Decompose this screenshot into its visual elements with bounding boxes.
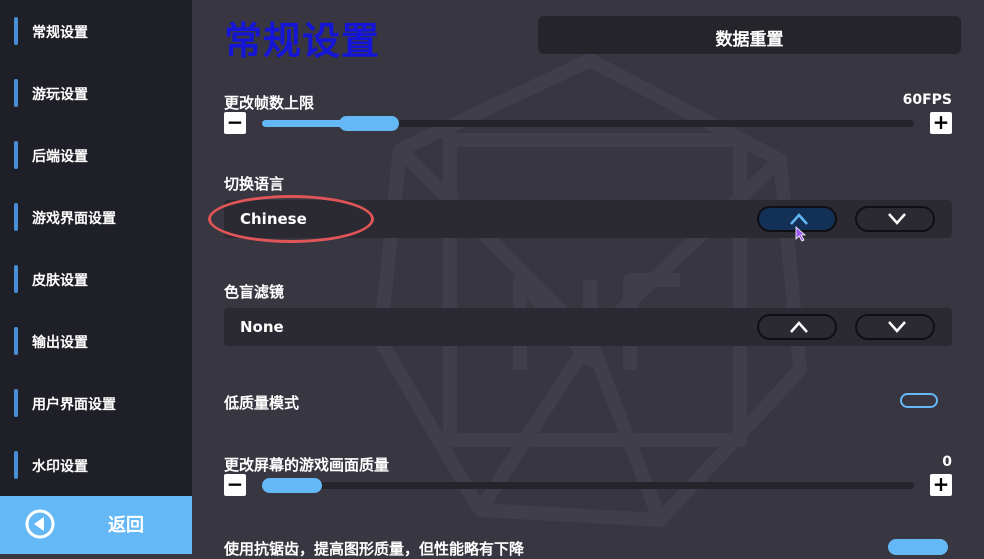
chevron-down-icon xyxy=(888,213,906,225)
plus-icon: + xyxy=(932,472,950,496)
low-quality-mode-toggle[interactable] xyxy=(900,393,938,408)
sidebar-item-user-interface[interactable]: 用户界面设置 xyxy=(0,383,192,423)
chevron-down-icon xyxy=(888,321,906,333)
colorblind-prev-button[interactable] xyxy=(757,314,837,340)
sidebar-item-marker xyxy=(14,141,18,169)
sidebar-item-game-ui[interactable]: 游戏界面设置 xyxy=(0,197,192,237)
back-button[interactable]: 返回 xyxy=(0,496,192,554)
sidebar-item-skin[interactable]: 皮肤设置 xyxy=(0,259,192,299)
sidebar-item-label: 游戏界面设置 xyxy=(32,211,116,227)
back-button-label: 返回 xyxy=(108,515,144,536)
fps-limit-value: 60FPS xyxy=(902,92,952,108)
sidebar-item-label: 常规设置 xyxy=(32,25,88,41)
colorblind-filter-label: 色盲滤镜 xyxy=(224,283,285,301)
annotation-circle xyxy=(208,195,374,243)
colorblind-filter-selector: None xyxy=(224,308,952,346)
sidebar: 常规设置 游玩设置 后端设置 游戏界面设置 皮肤设置 输出设置 用户界面设置 水… xyxy=(0,0,192,554)
chevron-up-icon xyxy=(790,213,808,225)
plus-icon: + xyxy=(932,110,950,134)
screen-quality-increase-button[interactable]: + xyxy=(930,472,952,496)
sidebar-item-watermark[interactable]: 水印设置 xyxy=(0,445,192,485)
colorblind-filter-value: None xyxy=(240,318,284,336)
sidebar-item-marker xyxy=(14,451,18,479)
sidebar-item-output[interactable]: 输出设置 xyxy=(0,321,192,361)
sidebar-item-label: 输出设置 xyxy=(32,335,88,351)
sidebar-item-marker xyxy=(14,79,18,107)
screen-quality-slider-track[interactable] xyxy=(262,478,914,493)
sidebar-item-marker xyxy=(14,17,18,45)
minus-icon: − xyxy=(226,472,244,496)
mouse-cursor-icon xyxy=(795,226,807,242)
minus-icon: − xyxy=(226,110,244,134)
sidebar-item-marker xyxy=(14,203,18,231)
fps-decrease-button[interactable]: − xyxy=(224,110,246,134)
screen-quality-decrease-button[interactable]: − xyxy=(224,472,246,496)
low-quality-mode-label: 低质量模式 xyxy=(224,394,300,412)
background-logo-watermark xyxy=(373,53,807,527)
sidebar-item-backend[interactable]: 后端设置 xyxy=(0,135,192,175)
sidebar-item-marker xyxy=(14,327,18,355)
language-label: 切换语言 xyxy=(224,175,285,193)
page-title: 常规设置 xyxy=(224,19,381,63)
screen-quality-slider-thumb[interactable] xyxy=(262,478,322,493)
antialiasing-label: 使用抗锯齿，提高图形质量，但性能略有下降 xyxy=(224,540,525,558)
reset-data-button[interactable]: 数据重置 xyxy=(538,16,961,54)
screen-quality-label: 更改屏幕的游戏画面质量 xyxy=(224,456,390,474)
fps-slider-thumb[interactable] xyxy=(339,116,399,131)
colorblind-next-button[interactable] xyxy=(855,314,935,340)
sidebar-item-label: 用户界面设置 xyxy=(32,397,116,413)
reset-data-label: 数据重置 xyxy=(715,30,784,50)
sidebar-item-label: 后端设置 xyxy=(32,149,88,165)
sidebar-item-marker xyxy=(14,265,18,293)
sidebar-item-label: 水印设置 xyxy=(32,459,88,475)
sidebar-item-label: 皮肤设置 xyxy=(32,273,88,289)
sidebar-item-marker xyxy=(14,389,18,417)
antialiasing-toggle[interactable] xyxy=(888,539,948,555)
back-arrow-icon xyxy=(25,509,55,539)
screen-quality-value: 0 xyxy=(942,454,952,470)
sidebar-item-general[interactable]: 常规设置 xyxy=(0,11,192,51)
sidebar-item-gameplay[interactable]: 游玩设置 xyxy=(0,73,192,113)
fps-slider-track[interactable] xyxy=(262,116,914,131)
chevron-up-icon xyxy=(790,321,808,333)
fps-increase-button[interactable]: + xyxy=(930,110,952,134)
sidebar-item-label: 游玩设置 xyxy=(32,87,88,103)
language-next-button[interactable] xyxy=(855,206,935,232)
